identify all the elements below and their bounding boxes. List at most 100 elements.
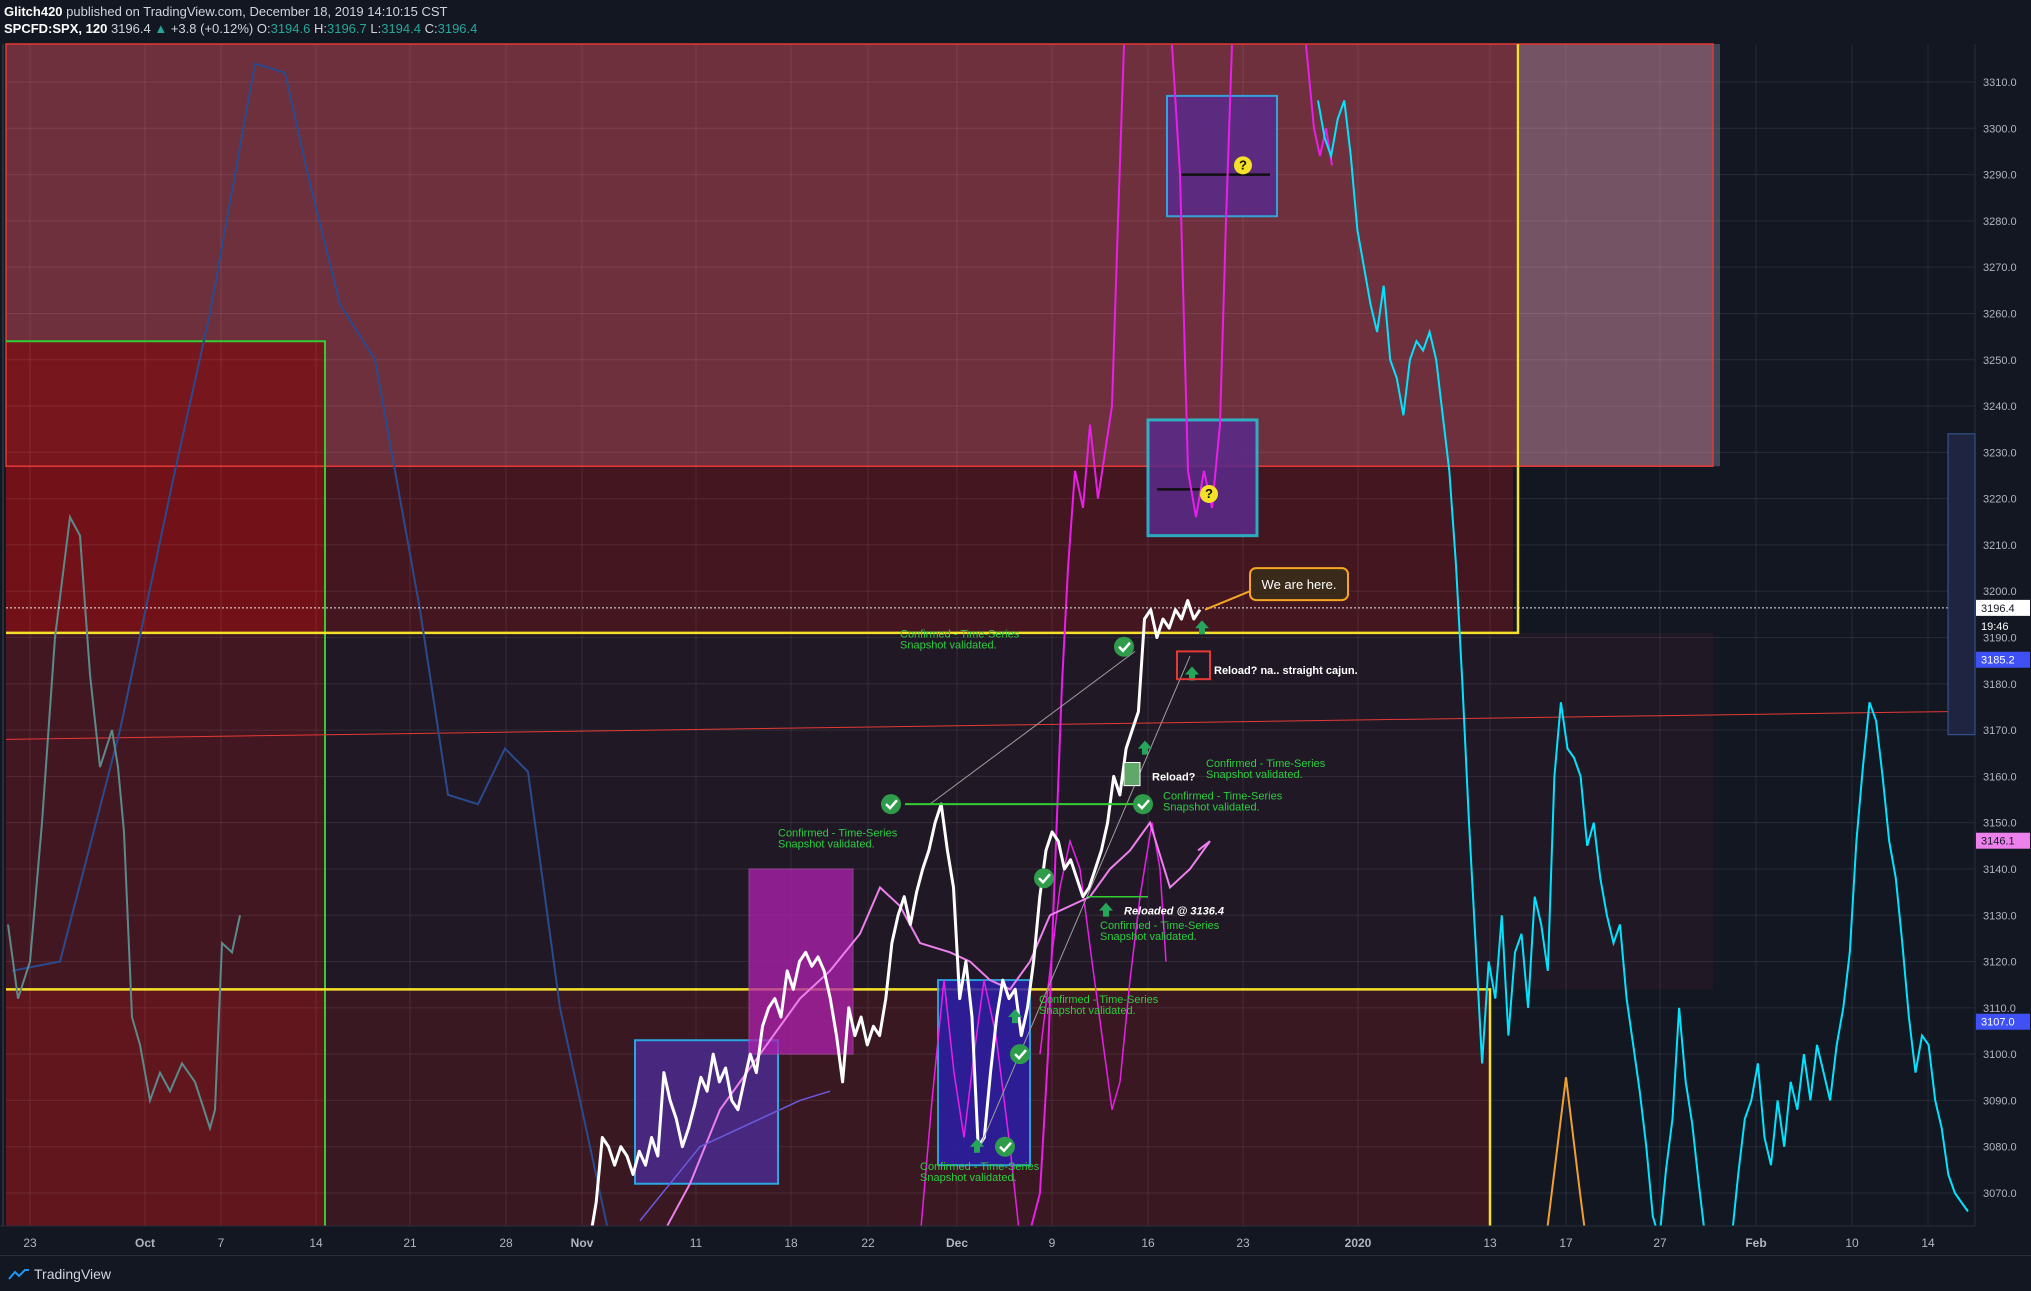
tradingview-logo-icon[interactable] [8, 1268, 30, 1280]
time-tick-15: 13 [1483, 1236, 1497, 1250]
price-badge-text-3: 3146.1 [1981, 836, 2015, 848]
checkmark-icon-3 [1034, 868, 1054, 889]
checkmark-circle [1133, 794, 1153, 815]
price-tick-9: 3220.0 [1983, 494, 2017, 506]
time-tick-0: 23 [23, 1236, 37, 1250]
price-tick-14: 3170.0 [1983, 725, 2017, 737]
time-tick-6: Nov [571, 1236, 594, 1250]
question-glyph: ? [1239, 157, 1247, 172]
time-tick-5: 28 [499, 1236, 513, 1250]
checkmark-circle [1010, 1044, 1030, 1065]
checkmark-icon-4 [1010, 1044, 1030, 1065]
time-tick-20: 14 [1921, 1236, 1935, 1250]
price-tick-17: 3140.0 [1983, 864, 2017, 876]
question-icon-0: ? [1234, 156, 1252, 175]
time-tick-1: Oct [135, 1236, 155, 1250]
checkmark-icon-0 [1114, 636, 1134, 657]
volume-range-box [1947, 433, 1976, 736]
question-glyph: ? [1205, 486, 1213, 501]
checkmark-icon-5 [995, 1136, 1015, 1157]
confirm-label-2-b: Snapshot validated. [1163, 802, 1260, 814]
price-tick-13: 3180.0 [1983, 679, 2017, 691]
high-value: 3196.7 [326, 21, 367, 36]
author-name[interactable]: Glitch420 [4, 4, 63, 19]
left-chart-border [2, 44, 4, 1226]
price-badge-text-1: 19:46 [1981, 621, 2009, 633]
open-label: O: [256, 21, 271, 36]
close-value: 3196.4 [437, 21, 478, 36]
price-tick-18: 3130.0 [1983, 910, 2017, 922]
time-tick-18: Feb [1745, 1236, 1766, 1250]
time-tick-16: 17 [1559, 1236, 1573, 1250]
low-label: L: [370, 21, 382, 36]
price-tick-16: 3150.0 [1983, 818, 2017, 830]
price-tick-1: 3300.0 [1983, 123, 2017, 135]
last-price: 3196.4 [110, 21, 151, 36]
price-badge-text-2: 3185.2 [1981, 655, 2015, 667]
time-tick-2: 7 [218, 1236, 225, 1250]
time-tick-3: 14 [309, 1236, 323, 1250]
price-tick-15: 3160.0 [1983, 771, 2017, 783]
price-tick-7: 3240.0 [1983, 401, 2017, 413]
change-arrow-icon: ▲ [154, 21, 168, 36]
checkmark-icon-2 [1133, 794, 1153, 815]
time-tick-10: Dec [946, 1236, 968, 1250]
price-tick-21: 3100.0 [1983, 1049, 2017, 1061]
price-tick-8: 3230.0 [1983, 447, 2017, 459]
reload-marker [1123, 761, 1141, 787]
callout-text: We are here. [1262, 577, 1337, 592]
label-reload-cajun: Reload? na.. straight cajun. [1214, 665, 1358, 677]
price-tick-4: 3270.0 [1983, 262, 2017, 274]
price-chart[interactable]: ?? We are here. Reload? na.. straight caju… [0, 40, 2031, 1255]
symbol-label[interactable]: SPCFD:SPX, 120 [4, 21, 107, 36]
time-tick-8: 18 [784, 1236, 798, 1250]
price-tick-0: 3310.0 [1983, 77, 2017, 89]
time-scale-background [0, 1226, 2031, 1255]
high-label: H: [313, 21, 327, 36]
price-tick-11: 3200.0 [1983, 586, 2017, 598]
price-tick-10: 3210.0 [1983, 540, 2017, 552]
chart-header: Glitch420 published on TradingView.com, … [4, 3, 477, 37]
confirm-label-3-b: Snapshot validated. [778, 839, 875, 851]
time-tick-17: 27 [1653, 1236, 1667, 1250]
close-label: C: [424, 21, 438, 36]
time-tick-11: 9 [1049, 1236, 1056, 1250]
confirm-label-1-b: Snapshot validated. [1206, 769, 1303, 781]
price-tick-2: 3290.0 [1983, 170, 2017, 182]
time-tick-7: 11 [690, 1236, 703, 1250]
price-tick-23: 3080.0 [1983, 1142, 2017, 1154]
price-tick-6: 3250.0 [1983, 355, 2017, 367]
price-badge-text-0: 3196.4 [1981, 603, 2015, 615]
price-change: +3.8 (+0.12%) [170, 21, 254, 36]
checkmark-icon-1 [881, 794, 901, 815]
time-tick-13: 23 [1236, 1236, 1250, 1250]
price-tick-5: 3260.0 [1983, 308, 2017, 320]
price-tick-22: 3090.0 [1983, 1095, 2017, 1107]
footer-bar: TradingView [0, 1255, 2031, 1291]
confirm-label-4-b: Snapshot validated. [1100, 931, 1197, 943]
time-tick-12: 16 [1141, 1236, 1155, 1250]
confirm-label-6-b: Snapshot validated. [920, 1172, 1017, 1184]
price-badge-text-4: 3107.0 [1981, 1017, 2015, 1029]
open-value: 3194.6 [270, 21, 311, 36]
checkmark-circle [1114, 636, 1134, 657]
price-tick-19: 3120.0 [1983, 957, 2017, 969]
publish-info: published on TradingView.com, December 1… [66, 4, 448, 19]
upper-grey-zone [1520, 44, 1720, 467]
price-tick-12: 3190.0 [1983, 633, 2017, 645]
price-tick-3: 3280.0 [1983, 216, 2017, 228]
low-value: 3194.4 [381, 21, 421, 36]
label-reload: Reload? [1152, 771, 1196, 783]
price-tick-20: 3110.0 [1983, 1003, 2016, 1015]
checkmark-circle [1034, 868, 1054, 889]
time-tick-19: 10 [1845, 1236, 1859, 1250]
price-tick-24: 3070.0 [1983, 1188, 2017, 1200]
time-tick-4: 21 [403, 1236, 417, 1250]
label-reloaded: Reloaded @ 3136.4 [1124, 906, 1224, 918]
tradingview-brand[interactable]: TradingView [34, 1266, 111, 1282]
checkmark-circle [881, 794, 901, 815]
confirm-label-0-b: Snapshot validated. [900, 640, 997, 652]
question-icon-1: ? [1200, 484, 1218, 503]
checkmark-circle [995, 1136, 1015, 1157]
box-target-2 [1166, 94, 1278, 218]
